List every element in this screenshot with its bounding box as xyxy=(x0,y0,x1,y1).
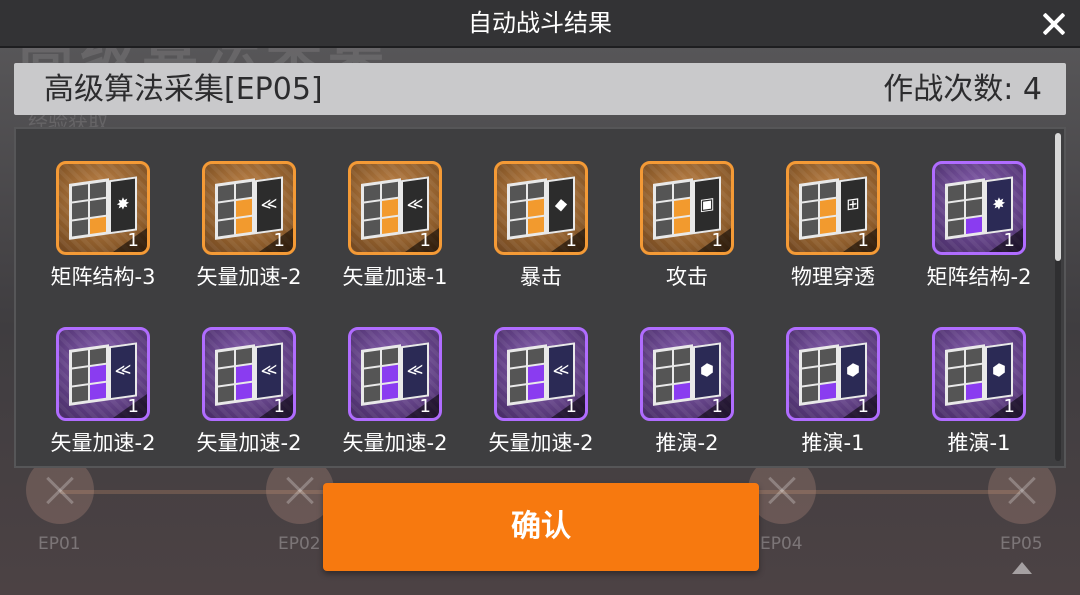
reward-item-name: 矩阵结构-2 xyxy=(926,265,1032,289)
reward-item-name: 矢量加速-1 xyxy=(342,265,448,289)
reward-item-tile: ≪ 1 xyxy=(56,327,150,421)
reward-item-name: 矢量加速-2 xyxy=(488,431,594,455)
reward-item-name: 暴击 xyxy=(520,265,562,289)
stage-label-ep04: EP04 xyxy=(760,534,803,554)
reward-item[interactable]: ⊞ 1 物理穿透 xyxy=(760,157,906,307)
reward-item-name: 矩阵结构-3 xyxy=(50,265,156,289)
reward-item-name: 攻击 xyxy=(666,265,708,289)
reward-item-quantity: 1 xyxy=(127,230,139,251)
reward-item-name: 矢量加速-2 xyxy=(342,431,448,455)
reward-item[interactable]: ≪ 1 矢量加速-2 xyxy=(322,323,468,473)
reward-item-quantity: 1 xyxy=(1003,230,1015,251)
close-icon[interactable] xyxy=(1036,6,1072,42)
reward-item-quantity: 1 xyxy=(565,230,577,251)
reward-item-tile: ≪ 1 xyxy=(202,327,296,421)
reward-item-quantity: 1 xyxy=(1003,396,1015,417)
dialog-title: 自动战斗结果 xyxy=(468,9,612,37)
stage-label-ep02: EP02 xyxy=(278,534,321,554)
confirm-button[interactable]: 确认 xyxy=(323,483,759,571)
stage-label-ep01: EP01 xyxy=(38,534,81,554)
reward-item-tile: ≪ 1 xyxy=(348,161,442,255)
reward-item-name: 推演-2 xyxy=(655,431,719,455)
reward-item-quantity: 1 xyxy=(419,230,431,251)
stage-info-bar: 高级算法采集[EP05] 作战次数: 4 xyxy=(14,63,1066,115)
reward-item-name: 矢量加速-2 xyxy=(196,431,302,455)
reward-item-tile: ⬢ 1 xyxy=(932,327,1026,421)
dialog-header: 自动战斗结果 xyxy=(0,0,1080,48)
reward-item-name: 物理穿透 xyxy=(791,265,875,289)
reward-item-quantity: 1 xyxy=(857,396,869,417)
reward-item[interactable]: ⬢ 1 推演-1 xyxy=(760,323,906,473)
stage-pointer-icon xyxy=(1012,562,1032,574)
reward-item-quantity: 1 xyxy=(565,396,577,417)
reward-item-quantity: 1 xyxy=(711,230,723,251)
reward-item-tile: ▣ 1 xyxy=(640,161,734,255)
stage-name: 高级算法采集[EP05] xyxy=(44,72,323,107)
reward-item-quantity: 1 xyxy=(127,396,139,417)
reward-item-tile: ≪ 1 xyxy=(202,161,296,255)
reward-item-quantity: 1 xyxy=(273,230,285,251)
reward-item-name: 推演-1 xyxy=(947,431,1011,455)
results-panel[interactable]: ✸ 1 矩阵结构-3 ≪ 1 矢量加速-2 ≪ 1 矢量加速-1 ◆ 1 暴击 ▣ 1 攻击 ⊞ 1 物理穿透 ✸ 1… xyxy=(14,127,1066,468)
reward-item-name: 矢量加速-2 xyxy=(50,431,156,455)
reward-item[interactable]: ≪ 1 矢量加速-2 xyxy=(176,157,322,307)
scrollbar[interactable] xyxy=(1055,133,1061,461)
reward-item-tile: ⬢ 1 xyxy=(640,327,734,421)
reward-item[interactable]: ◆ 1 暴击 xyxy=(468,157,614,307)
reward-item-name: 矢量加速-2 xyxy=(196,265,302,289)
reward-item[interactable]: ✸ 1 矩阵结构-2 xyxy=(906,157,1052,307)
reward-item-quantity: 1 xyxy=(711,396,723,417)
reward-item[interactable]: ▣ 1 攻击 xyxy=(614,157,760,307)
reward-item-tile: ✸ 1 xyxy=(932,161,1026,255)
reward-item-name: 推演-1 xyxy=(801,431,865,455)
confirm-button-label: 确认 xyxy=(511,509,571,544)
reward-item-tile: ✸ 1 xyxy=(56,161,150,255)
reward-item[interactable]: ⬢ 1 推演-2 xyxy=(614,323,760,473)
reward-item-quantity: 1 xyxy=(419,396,431,417)
stage-label-ep05: EP05 xyxy=(1000,534,1043,554)
reward-item[interactable]: ≪ 1 矢量加速-1 xyxy=(322,157,468,307)
scrollbar-thumb[interactable] xyxy=(1055,133,1061,261)
reward-item-tile: ≪ 1 xyxy=(348,327,442,421)
reward-item[interactable]: ≪ 1 矢量加速-2 xyxy=(30,323,176,473)
reward-item[interactable]: ≪ 1 矢量加速-2 xyxy=(468,323,614,473)
reward-item-quantity: 1 xyxy=(273,396,285,417)
reward-item-tile: ≪ 1 xyxy=(494,327,588,421)
reward-item-tile: ◆ 1 xyxy=(494,161,588,255)
reward-item-quantity: 1 xyxy=(857,230,869,251)
reward-item-tile: ⊞ 1 xyxy=(786,161,880,255)
reward-item-tile: ⬢ 1 xyxy=(786,327,880,421)
reward-item[interactable]: ⬢ 1 推演-1 xyxy=(906,323,1052,473)
battle-count: 作战次数: 4 xyxy=(883,72,1042,107)
reward-grid: ✸ 1 矩阵结构-3 ≪ 1 矢量加速-2 ≪ 1 矢量加速-1 ◆ 1 暴击 ▣ 1 攻击 ⊞ 1 物理穿透 ✸ 1… xyxy=(16,129,1056,466)
reward-item[interactable]: ✸ 1 矩阵结构-3 xyxy=(30,157,176,307)
reward-item[interactable]: ≪ 1 矢量加速-2 xyxy=(176,323,322,473)
